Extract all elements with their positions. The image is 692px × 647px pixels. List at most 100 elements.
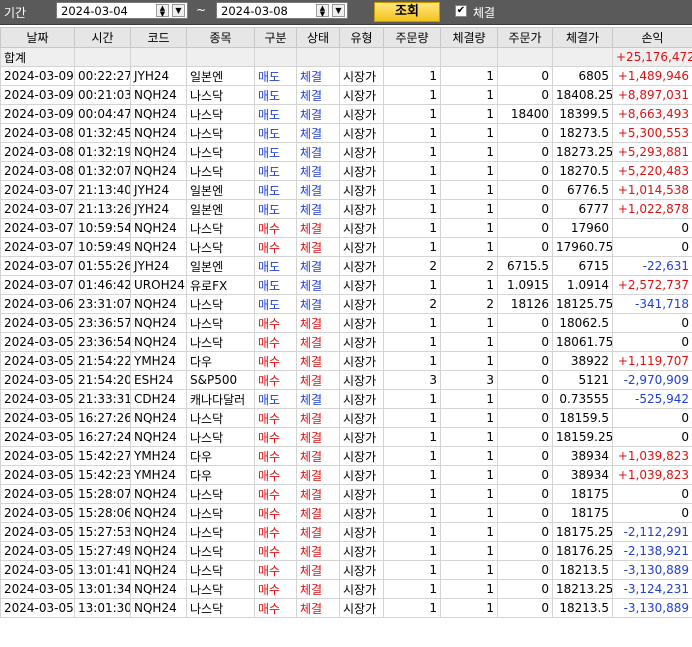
- table-row[interactable]: 2024-03-07 01:55:26 JYH24 일본엔 매도 체결 시장가 2 2 6715.…: [0, 256, 692, 276]
- cell-side: 매수: [254, 370, 297, 390]
- column-header-filled-price[interactable]: 체결가: [552, 27, 613, 48]
- cell-filled-qty: 1: [440, 484, 498, 504]
- table-row[interactable]: 2024-03-05 16:27:24 NQH24 나스닥 매수 체결 시장가 1 1 0 1815…: [0, 427, 692, 447]
- table-row[interactable]: 2024-03-05 13:01:34 NQH24 나스닥 매수 체결 시장가 1 1 0 1821…: [0, 579, 692, 599]
- cell-status: 체결: [296, 104, 340, 124]
- cell-type: 시장가: [339, 598, 384, 618]
- table-row[interactable]: 2024-03-05 13:01:41 NQH24 나스닥 매수 체결 시장가 1 1 0 1821…: [0, 560, 692, 580]
- cell-filled-qty: 1: [440, 85, 498, 105]
- column-header-order-qty[interactable]: 주문량: [383, 27, 441, 48]
- filled-checkbox[interactable]: ✔: [455, 5, 467, 17]
- table-row[interactable]: 2024-03-07 21:13:40 JYH24 일본엔 매도 체결 시장가 1 1 0 6776…: [0, 180, 692, 200]
- cell-time: 01:32:19: [74, 142, 131, 162]
- cell-filled-price: 18061.75: [552, 332, 613, 352]
- table-row[interactable]: 2024-03-05 13:01:30 NQH24 나스닥 매수 체결 시장가 1 1 0 1821…: [0, 598, 692, 618]
- column-header-order-price[interactable]: 주문가: [497, 27, 553, 48]
- total-row[interactable]: 합계 +25,176,472: [0, 47, 692, 67]
- chevron-down-icon[interactable]: ▼: [332, 4, 345, 17]
- column-header-date[interactable]: 날짜: [0, 27, 75, 48]
- cell-time: 21:13:26: [74, 199, 131, 219]
- cell-item: 나스닥: [186, 579, 255, 599]
- end-date-field[interactable]: 2024-03-08 ▲ ▼ ▼: [216, 2, 348, 19]
- cell-type: 시장가: [339, 351, 384, 371]
- cell-order-qty: 2: [383, 256, 441, 276]
- cell-item: 나스닥: [186, 85, 255, 105]
- column-header-status[interactable]: 상태: [296, 27, 340, 48]
- cell-time: 13:01:30: [74, 598, 131, 618]
- column-header-code[interactable]: 코드: [130, 27, 187, 48]
- cell-pnl: 0: [612, 427, 692, 447]
- table-row[interactable]: 2024-03-09 00:04:47 NQH24 나스닥 매도 체결 시장가 1 1 18400…: [0, 104, 692, 124]
- cell-filled-price: 38934: [552, 465, 613, 485]
- table-row[interactable]: 2024-03-05 15:42:27 YMH24 다우 매수 체결 시장가 1 1 0 38934…: [0, 446, 692, 466]
- cell-side: 매수: [254, 560, 297, 580]
- table-row[interactable]: 2024-03-05 15:28:07 NQH24 나스닥 매수 체결 시장가 1 1 0 1817…: [0, 484, 692, 504]
- start-date-field[interactable]: 2024-03-04 ▲ ▼ ▼: [56, 2, 188, 19]
- cell-order-price: 0: [497, 85, 553, 105]
- cell-type: 시장가: [339, 503, 384, 523]
- cell-code: JYH24: [130, 256, 187, 276]
- column-header-type[interactable]: 유형: [339, 27, 384, 48]
- cell-order-qty: 1: [383, 503, 441, 523]
- table-row[interactable]: 2024-03-05 16:27:26 NQH24 나스닥 매수 체결 시장가 1 1 0 1815…: [0, 408, 692, 428]
- table-row[interactable]: 2024-03-06 23:31:07 NQH24 나스닥 매도 체결 시장가 2 2 18126…: [0, 294, 692, 314]
- table-row[interactable]: 2024-03-05 15:28:06 NQH24 나스닥 매수 체결 시장가 1 1 0 1817…: [0, 503, 692, 523]
- table-row[interactable]: 2024-03-05 15:42:23 YMH24 다우 매수 체결 시장가 1 1 0 38934…: [0, 465, 692, 485]
- table-row[interactable]: 2024-03-08 01:32:45 NQH24 나스닥 매도 체결 시장가 1 1 0 1827…: [0, 123, 692, 143]
- cell-order-price: 0: [497, 446, 553, 466]
- cell-time: 00:04:47: [74, 104, 131, 124]
- cell-side: 매도: [254, 85, 297, 105]
- table-row[interactable]: 2024-03-05 23:36:54 NQH24 나스닥 매수 체결 시장가 1 1 0 1806…: [0, 332, 692, 352]
- table-row[interactable]: 2024-03-07 10:59:54 NQH24 나스닥 매수 체결 시장가 1 1 0 1796…: [0, 218, 692, 238]
- column-header-side[interactable]: 구분: [254, 27, 297, 48]
- column-header-item[interactable]: 종목: [186, 27, 255, 48]
- total-label: 합계: [0, 47, 75, 67]
- query-button[interactable]: 조회: [374, 2, 440, 22]
- table-row[interactable]: 2024-03-08 01:32:19 NQH24 나스닥 매도 체결 시장가 1 1 0 1827…: [0, 142, 692, 162]
- table-row[interactable]: 2024-03-05 15:27:53 NQH24 나스닥 매수 체결 시장가 1 1 0 1817…: [0, 522, 692, 542]
- cell-order-price: 0: [497, 237, 553, 257]
- cell-filled-qty: 1: [440, 427, 498, 447]
- cell-pnl: +8,897,031: [612, 85, 692, 105]
- table-row[interactable]: 2024-03-09 00:21:03 NQH24 나스닥 매도 체결 시장가 1 1 0 1840…: [0, 85, 692, 105]
- cell-order-qty: 1: [383, 199, 441, 219]
- table-row[interactable]: 2024-03-07 21:13:26 JYH24 일본엔 매도 체결 시장가 1 1 0 6777…: [0, 199, 692, 219]
- column-header-filled-qty[interactable]: 체결량: [440, 27, 498, 48]
- spin-updown-icon[interactable]: ▲ ▼: [316, 4, 329, 18]
- cell-type: 시장가: [339, 85, 384, 105]
- table-row[interactable]: 2024-03-05 15:27:49 NQH24 나스닥 매수 체결 시장가 1 1 0 1817…: [0, 541, 692, 561]
- toolbar: 기간 2024-03-04 ▲ ▼ ▼ ~ 2024-03-08 ▲ ▼ ▼ 조회 …: [0, 0, 692, 25]
- table-row[interactable]: 2024-03-09 00:22:27 JYH24 일본엔 매도 체결 시장가 1 1 0 6805…: [0, 66, 692, 86]
- cell-pnl: +1,489,946: [612, 66, 692, 86]
- table-row[interactable]: 2024-03-05 21:54:22 YMH24 다우 매수 체결 시장가 1 1 0 38922…: [0, 351, 692, 371]
- cell-filled-price: 18159.5: [552, 408, 613, 428]
- trade-history-table: 날짜 시간 코드 종목 구분 상태 유형 주문량 체결량 주문가 체결가 손익 합계 +25,176,…: [0, 27, 692, 618]
- table-row[interactable]: 2024-03-07 01:46:42 UROH24 유로FX 매도 체결 시장가 1 1 1.0…: [0, 275, 692, 295]
- cell-filled-price: 17960: [552, 218, 613, 238]
- column-header-pnl[interactable]: 손익: [612, 27, 692, 48]
- cell-filled-price: 38934: [552, 446, 613, 466]
- cell-item: 나스닥: [186, 408, 255, 428]
- table-row[interactable]: 2024-03-05 23:36:57 NQH24 나스닥 매수 체결 시장가 1 1 0 1806…: [0, 313, 692, 333]
- cell-filled-price: 18175: [552, 484, 613, 504]
- table-row[interactable]: 2024-03-05 21:54:20 ESH24 S&P500 매수 체결 시장가 3 3 0 5…: [0, 370, 692, 390]
- cell-item: 나스닥: [186, 161, 255, 181]
- cell-type: 시장가: [339, 541, 384, 561]
- cell-status: 체결: [296, 389, 340, 409]
- cell-item: 나스닥: [186, 484, 255, 504]
- cell-status: 체결: [296, 123, 340, 143]
- table-row[interactable]: 2024-03-07 10:59:49 NQH24 나스닥 매수 체결 시장가 1 1 0 1796…: [0, 237, 692, 257]
- cell-status: 체결: [296, 275, 340, 295]
- cell-status: 체결: [296, 218, 340, 238]
- cell-time: 15:28:06: [74, 503, 131, 523]
- cell-time: 15:28:07: [74, 484, 131, 504]
- table-row[interactable]: 2024-03-08 01:32:07 NQH24 나스닥 매도 체결 시장가 1 1 0 1827…: [0, 161, 692, 181]
- cell-status: 체결: [296, 66, 340, 86]
- cell-order-qty: 1: [383, 598, 441, 618]
- cell-order-qty: 1: [383, 389, 441, 409]
- cell-time: 01:32:07: [74, 161, 131, 181]
- table-row[interactable]: 2024-03-05 21:33:31 CDH24 캐나다달러 매도 체결 시장가 1 1 0 0.…: [0, 389, 692, 409]
- column-header-time[interactable]: 시간: [74, 27, 131, 48]
- chevron-down-icon[interactable]: ▼: [172, 4, 185, 17]
- spin-updown-icon[interactable]: ▲ ▼: [156, 4, 169, 18]
